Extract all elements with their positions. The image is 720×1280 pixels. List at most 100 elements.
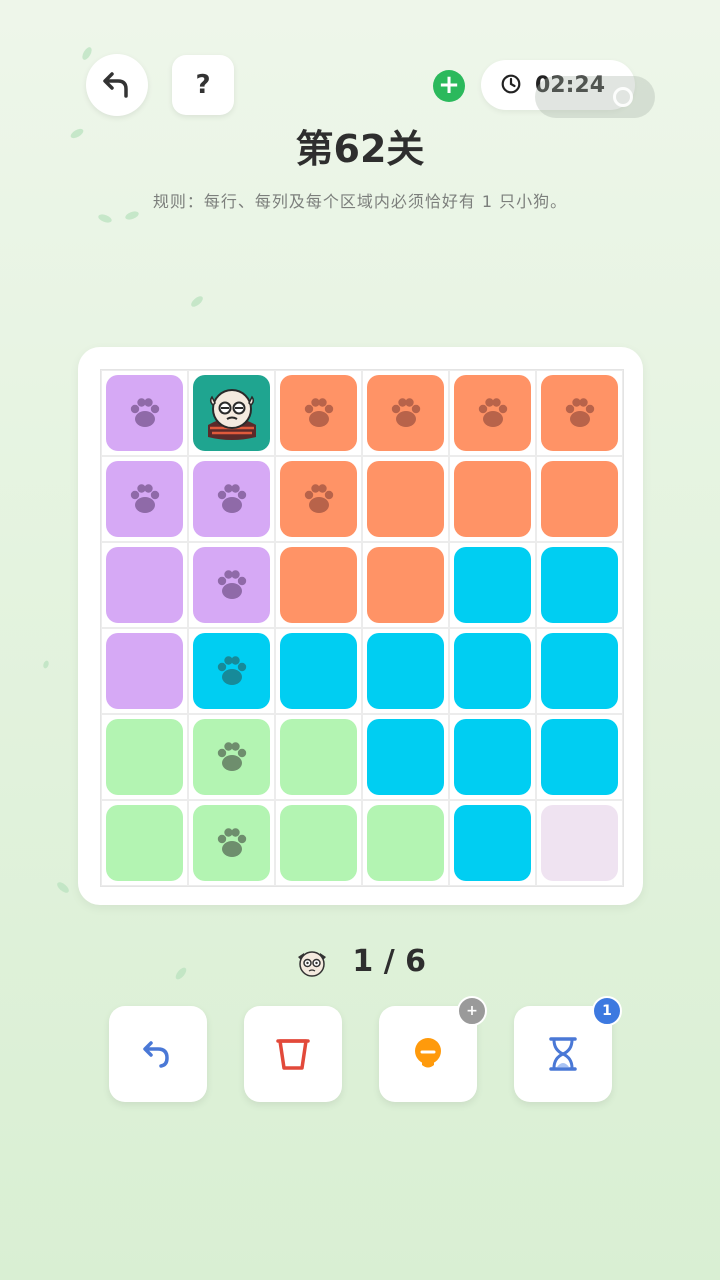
counter-text: 1 / 6 (352, 944, 427, 979)
region-tile-orange (541, 375, 618, 451)
grid-cell[interactable] (449, 456, 536, 542)
region-tile-purple (193, 461, 270, 537)
mini-program-capsule[interactable] (535, 76, 655, 118)
grid-cell[interactable] (101, 370, 188, 456)
grid-cell[interactable] (275, 370, 362, 456)
leaf-decoration (42, 659, 50, 670)
grid-cell[interactable] (275, 714, 362, 800)
target-icon (613, 87, 633, 107)
trash-icon (276, 1039, 310, 1070)
grid-cell[interactable] (275, 628, 362, 714)
grid-cell[interactable] (362, 628, 449, 714)
time-button[interactable]: 1 (514, 996, 622, 1102)
grid-cell[interactable] (188, 800, 275, 886)
region-tile-green (106, 719, 183, 795)
clear-button[interactable] (244, 1006, 342, 1102)
region-tile-purple (193, 547, 270, 623)
grid-cell[interactable] (188, 456, 275, 542)
grid-cell[interactable] (101, 542, 188, 628)
grid-cell[interactable] (536, 456, 623, 542)
hint-button[interactable]: + (379, 996, 487, 1102)
back-arrow-icon (103, 72, 128, 98)
region-tile-green (193, 805, 270, 881)
region-tile-orange (367, 375, 444, 451)
paw-icon (217, 828, 246, 857)
grid-cell[interactable] (188, 714, 275, 800)
grid-cell[interactable] (275, 542, 362, 628)
grid-cell[interactable] (362, 456, 449, 542)
grid-cell[interactable] (536, 628, 623, 714)
grid-cell[interactable] (362, 714, 449, 800)
grid-cell[interactable] (188, 370, 275, 456)
region-tile-green (193, 719, 270, 795)
region-tile-orange (541, 461, 618, 537)
undo-button[interactable] (109, 1006, 207, 1102)
grid-cell[interactable] (101, 456, 188, 542)
leaf-decoration (189, 294, 205, 309)
region-tile-blue (367, 633, 444, 709)
grid-cell[interactable] (536, 542, 623, 628)
region-tile-purple (106, 547, 183, 623)
level-title: 第62关 (295, 127, 425, 171)
grid-cell[interactable] (362, 800, 449, 886)
paw-icon (217, 570, 246, 599)
grid-cell[interactable] (188, 628, 275, 714)
dog-tile (193, 375, 270, 451)
grid-cell[interactable] (536, 370, 623, 456)
region-tile-green (280, 719, 357, 795)
paw-icon (478, 398, 507, 427)
grid-cell[interactable] (449, 370, 536, 456)
paw-icon (130, 484, 159, 513)
undo-icon (143, 1041, 169, 1068)
region-tile-orange (367, 461, 444, 537)
region-tile-blue (454, 633, 531, 709)
paw-icon (304, 484, 333, 513)
paw-icon (391, 398, 420, 427)
lightbulb-icon (415, 1038, 441, 1068)
grid-cell[interactable] (275, 800, 362, 886)
region-tile-purple (106, 633, 183, 709)
grid-cell[interactable] (188, 542, 275, 628)
region-tile-blue (541, 547, 618, 623)
leaf-decoration (55, 880, 71, 895)
region-tile-blue (454, 805, 531, 881)
region-tile-orange (454, 461, 531, 537)
region-tile-orange (454, 375, 531, 451)
dog-icon (297, 950, 326, 977)
grid-cell[interactable] (362, 370, 449, 456)
grid-cell[interactable] (101, 800, 188, 886)
leaf-decoration (80, 45, 94, 62)
grid-cell[interactable] (101, 628, 188, 714)
back-button[interactable] (86, 54, 148, 116)
grid-cell[interactable] (101, 714, 188, 800)
grid-cell[interactable] (362, 542, 449, 628)
dog-icon (207, 389, 256, 440)
region-tile-blue (541, 633, 618, 709)
dog-counter: 1 / 6 (0, 944, 720, 981)
grid-cell[interactable] (449, 714, 536, 800)
hourglass-icon (549, 1037, 577, 1071)
region-tile-orange (367, 547, 444, 623)
help-button[interactable]: ? (172, 55, 234, 115)
grid-cell[interactable] (449, 628, 536, 714)
region-tile-blue (454, 719, 531, 795)
grid-cell[interactable] (449, 542, 536, 628)
paw-icon (565, 398, 594, 427)
grid-cell[interactable] (536, 714, 623, 800)
grid-cell[interactable] (449, 800, 536, 886)
region-tile-blue (454, 547, 531, 623)
add-time-button[interactable]: + (433, 70, 465, 102)
region-tile-orange (280, 461, 357, 537)
clock-icon (501, 74, 521, 94)
grid-cell[interactable] (536, 800, 623, 886)
grid-cell[interactable] (275, 456, 362, 542)
paw-icon (304, 398, 333, 427)
region-tile-blue (367, 719, 444, 795)
region-tile-green (280, 805, 357, 881)
time-badge: 1 (592, 996, 622, 1026)
region-tile-blue (193, 633, 270, 709)
region-tile-purple (106, 375, 183, 451)
rule-text: 规则：每行、每列及每个区域内必须恰好有 1 只小狗。 (152, 192, 568, 211)
region-tile-green (367, 805, 444, 881)
leaf-decoration (97, 212, 113, 225)
